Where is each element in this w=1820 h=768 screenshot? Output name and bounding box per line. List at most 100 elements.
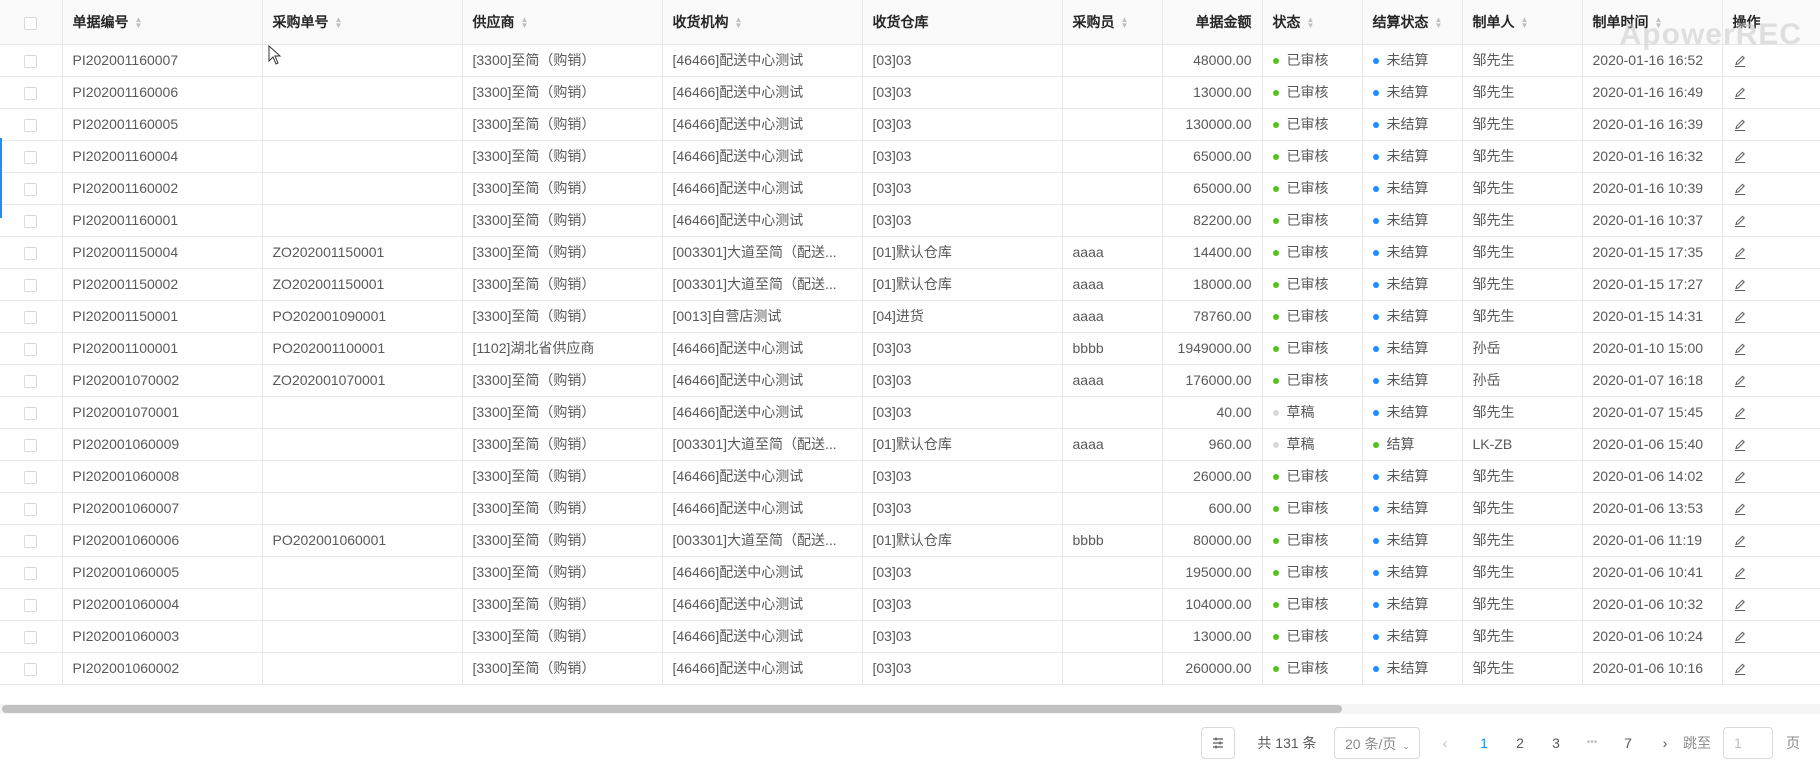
table-row[interactable]: PI202001160002 [3300]至简（购销） [46466]配送中心测试[… [0, 172, 1820, 205]
row-checkbox[interactable] [24, 406, 38, 420]
pages-ellipsis[interactable]: ••• [1580, 727, 1604, 759]
sort-icon[interactable]: ▲ ▼ [135, 16, 143, 30]
amount-cell: 26000.00 [1162, 460, 1263, 493]
edit-icon[interactable] [1733, 54, 1747, 68]
row-checkbox[interactable] [24, 214, 38, 228]
column-header-select-all[interactable] [0, 0, 63, 45]
table-row[interactable]: PI202001060005 [3300]至简（购销） [46466]配送中心测试[… [0, 556, 1820, 589]
buyer-cell [1062, 76, 1163, 109]
jump-page-input[interactable] [1723, 727, 1773, 759]
column-header-doc-number[interactable]: 单据编号 ▲ ▼ [62, 0, 263, 45]
row-checkbox[interactable] [24, 630, 38, 644]
edit-icon[interactable] [1733, 150, 1747, 164]
edit-icon[interactable] [1733, 246, 1747, 260]
row-checkbox[interactable] [24, 118, 38, 132]
row-checkbox[interactable] [24, 534, 38, 548]
table-row[interactable]: PI202001060002 [3300]至简（购销） [46466]配送中心测试[… [0, 652, 1820, 685]
table-row[interactable]: PI202001060009 [3300]至简（购销） [003301]大道至简（配… [0, 428, 1820, 461]
edit-icon[interactable] [1733, 438, 1747, 452]
table-row[interactable]: PI202001160001 [3300]至简（购销） [46466]配送中心测试[… [0, 204, 1820, 237]
sort-icon[interactable]: ▲ ▼ [1121, 16, 1129, 30]
page-size-select[interactable]: 20 条/页 ⌄ [1334, 727, 1420, 759]
buyer-cell [1062, 396, 1163, 429]
column-header-status[interactable]: 状态 ▲ ▼ [1262, 0, 1363, 45]
column-header-po-number[interactable]: 采购单号 ▲ ▼ [262, 0, 463, 45]
warehouse-cell: [03]03 [862, 76, 1063, 109]
column-settings-button[interactable] [1201, 727, 1235, 759]
created-time-cell: 2020-01-15 17:35 [1582, 236, 1723, 269]
row-checkbox[interactable] [24, 310, 38, 324]
table-row[interactable]: PI202001160004 [3300]至简（购销） [46466]配送中心测试[… [0, 140, 1820, 173]
edit-icon[interactable] [1733, 534, 1747, 548]
edit-icon[interactable] [1733, 182, 1747, 196]
column-header-maker[interactable]: 制单人 ▲ ▼ [1462, 0, 1583, 45]
edit-icon[interactable] [1733, 342, 1747, 356]
row-checkbox[interactable] [24, 374, 38, 388]
actions-cell [1722, 652, 1820, 685]
row-checkbox[interactable] [24, 182, 38, 196]
status-cell: 已审核 [1262, 268, 1363, 301]
row-checkbox[interactable] [24, 150, 38, 164]
row-checkbox[interactable] [24, 470, 38, 484]
row-checkbox[interactable] [24, 342, 38, 356]
sort-icon[interactable]: ▲ ▼ [1307, 16, 1315, 30]
sort-icon[interactable]: ▲ ▼ [335, 16, 343, 30]
edit-icon[interactable] [1733, 310, 1747, 324]
doc-number-cell: PI202001060009 [62, 428, 263, 461]
column-header-receiving-org[interactable]: 收货机构 ▲ ▼ [662, 0, 863, 45]
column-header-supplier[interactable]: 供应商 ▲ ▼ [462, 0, 663, 45]
edit-icon[interactable] [1733, 566, 1747, 580]
table-row[interactable]: PI202001070002 ZO202001070001 [3300]至简（购销）… [0, 364, 1820, 397]
row-checkbox[interactable] [24, 662, 38, 676]
maker-cell: 邹先生 [1462, 76, 1583, 109]
row-checkbox[interactable] [24, 278, 38, 292]
table-row[interactable]: PI202001150001 PO202001090001 [3300]至简（购销）… [0, 300, 1820, 333]
table-row[interactable]: PI202001150004 ZO202001150001 [3300]至简（购销）… [0, 236, 1820, 269]
edit-icon[interactable] [1733, 278, 1747, 292]
select-all-checkbox[interactable] [24, 16, 38, 30]
table-row[interactable]: PI202001150002 ZO202001150001 [3300]至简（购销）… [0, 268, 1820, 301]
column-header-settle-status[interactable]: 结算状态 ▲ ▼ [1362, 0, 1463, 45]
settle-status-badge: 未结算 [1386, 404, 1429, 420]
page-1-button[interactable]: 1 [1472, 727, 1496, 759]
sort-icon[interactable]: ▲ ▼ [1435, 16, 1443, 30]
row-checkbox[interactable] [24, 54, 38, 68]
page-7-button[interactable]: 7 [1616, 727, 1640, 759]
edit-icon[interactable] [1733, 214, 1747, 228]
prev-page-button[interactable]: ‹ [1434, 727, 1456, 759]
edit-icon[interactable] [1733, 406, 1747, 420]
edit-icon[interactable] [1733, 374, 1747, 388]
table-row[interactable]: PI202001060007 [3300]至简（购销） [46466]配送中心测试[… [0, 492, 1820, 525]
sort-icon[interactable]: ▲ ▼ [1521, 16, 1529, 30]
next-page-button[interactable]: › [1654, 727, 1676, 759]
edit-icon[interactable] [1733, 470, 1747, 484]
row-checkbox[interactable] [24, 86, 38, 100]
edit-icon[interactable] [1733, 118, 1747, 132]
edit-icon[interactable] [1733, 662, 1747, 676]
table-row[interactable]: PI202001060004 [3300]至简（购销） [46466]配送中心测试[… [0, 588, 1820, 621]
table-row[interactable]: PI202001060008 [3300]至简（购销） [46466]配送中心测试[… [0, 460, 1820, 493]
edit-icon[interactable] [1733, 502, 1747, 516]
page-3-button[interactable]: 3 [1544, 727, 1568, 759]
horizontal-scrollbar-thumb[interactable] [2, 705, 1342, 713]
edit-icon[interactable] [1733, 86, 1747, 100]
table-row[interactable]: PI202001160006 [3300]至简（购销） [46466]配送中心测试[… [0, 76, 1820, 109]
row-checkbox[interactable] [24, 598, 38, 612]
table-row[interactable]: PI202001070001 [3300]至简（购销） [46466]配送中心测试[… [0, 396, 1820, 429]
table-row[interactable]: PI202001060003 [3300]至简（购销） [46466]配送中心测试[… [0, 620, 1820, 653]
row-checkbox[interactable] [24, 566, 38, 580]
sort-icon[interactable]: ▲ ▼ [521, 16, 529, 30]
page-2-button[interactable]: 2 [1508, 727, 1532, 759]
table-row[interactable]: PI202001100001 PO202001100001 [1102]湖北省供应商… [0, 332, 1820, 365]
edit-icon[interactable] [1733, 630, 1747, 644]
row-checkbox[interactable] [24, 246, 38, 260]
row-checkbox[interactable] [24, 438, 38, 452]
table-row[interactable]: PI202001160005 [3300]至简（购销） [46466]配送中心测试[… [0, 108, 1820, 141]
column-header-created-time[interactable]: 制单时间 ▲ ▼ [1582, 0, 1723, 45]
row-checkbox[interactable] [24, 502, 38, 516]
table-row[interactable]: PI202001060006 PO202001060001 [3300]至简（购销）… [0, 524, 1820, 557]
column-header-buyer[interactable]: 采购员 ▲ ▼ [1062, 0, 1163, 45]
sort-icon[interactable]: ▲ ▼ [1655, 16, 1663, 30]
edit-icon[interactable] [1733, 598, 1747, 612]
sort-icon[interactable]: ▲ ▼ [735, 16, 743, 30]
